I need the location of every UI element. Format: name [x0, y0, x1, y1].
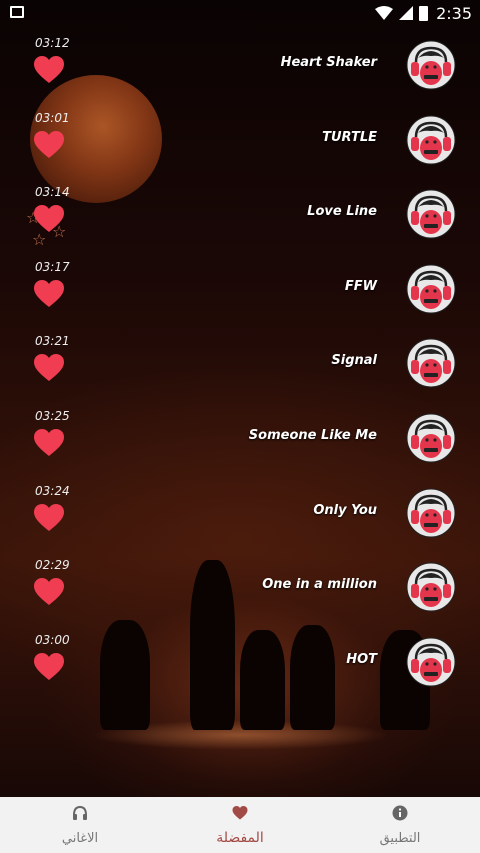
song-duration: 02:29: [35, 558, 70, 573]
heart-icon[interactable]: [34, 56, 64, 84]
heart-icon[interactable]: [34, 578, 64, 606]
heart-icon[interactable]: [34, 503, 64, 532]
song-duration: 03:24: [35, 483, 70, 498]
song-row[interactable]: 03:25 Someone Like Me: [0, 401, 480, 476]
song-duration: 03:01: [35, 110, 70, 125]
wifi-icon: [375, 6, 394, 20]
song-title: Only You: [313, 502, 377, 518]
song-row[interactable]: 03:14 Love Line: [0, 177, 480, 252]
song-row[interactable]: 03:17 FFW: [0, 252, 480, 327]
tab-favorites-label: المفضلة: [216, 829, 264, 846]
song-title: FFW: [344, 278, 377, 294]
heart-icon[interactable]: [34, 279, 64, 308]
song-duration: 03:00: [35, 632, 70, 647]
song-row[interactable]: 03:00 HOT: [0, 625, 480, 700]
song-row[interactable]: 03:21 Signal: [0, 326, 480, 401]
song-title: One in a million: [262, 577, 377, 593]
song-title: Someone Like Me: [248, 427, 377, 443]
tab-songs[interactable]: الاغاني: [0, 797, 160, 853]
tab-songs-label: الاغاني: [61, 830, 99, 846]
song-title: Signal: [331, 353, 377, 369]
heart-icon[interactable]: [34, 130, 64, 159]
song-title: Love Line: [307, 204, 377, 220]
song-row[interactable]: 02:29 One in a million: [0, 550, 480, 625]
image-notification-icon: [10, 6, 24, 18]
heart-icon[interactable]: [34, 205, 64, 233]
heart-icon: [232, 805, 248, 824]
headphone-face-icon: [406, 40, 456, 90]
headphones-icon: [72, 805, 88, 825]
bottom-navigation: الاغاني المفضلة التطبيق: [0, 797, 480, 853]
song-title: Heart Shaker: [280, 55, 377, 70]
song-row[interactable]: 03:01 TURTLE: [0, 103, 480, 178]
song-duration: 03:21: [35, 334, 70, 349]
tab-app-label: التطبيق: [379, 830, 421, 846]
status-time: 2:35: [436, 3, 472, 23]
headphone-face-icon: [406, 338, 456, 388]
headphone-face-icon: [406, 264, 456, 314]
song-duration: 03:25: [35, 408, 70, 423]
headphone-face-icon: [406, 488, 456, 538]
song-title: HOT: [346, 651, 377, 667]
heart-icon[interactable]: [34, 652, 64, 681]
headphone-face-icon: [406, 189, 456, 239]
song-row[interactable]: 03:24 Only You: [0, 476, 480, 551]
heart-icon[interactable]: [34, 354, 64, 382]
headphone-face-icon: [406, 115, 456, 165]
song-list: 03:12 Heart Shaker 03:01 TURTLE 03:14 Lo…: [0, 28, 480, 699]
info-icon: [392, 805, 408, 825]
headphone-face-icon: [406, 562, 456, 612]
battery-icon: [419, 5, 429, 21]
song-duration: 03:17: [35, 259, 70, 274]
song-duration: 03:14: [35, 185, 70, 200]
status-bar: 2:35: [0, 0, 480, 26]
headphone-face-icon: [406, 637, 456, 687]
tab-app[interactable]: التطبيق: [320, 797, 480, 853]
signal-icon: [399, 6, 414, 20]
heart-icon[interactable]: [34, 428, 64, 457]
song-title: TURTLE: [322, 129, 377, 145]
song-row[interactable]: 03:12 Heart Shaker: [0, 28, 480, 103]
song-duration: 03:12: [35, 36, 70, 50]
headphone-face-icon: [406, 413, 456, 463]
tab-favorites[interactable]: المفضلة: [160, 797, 320, 853]
